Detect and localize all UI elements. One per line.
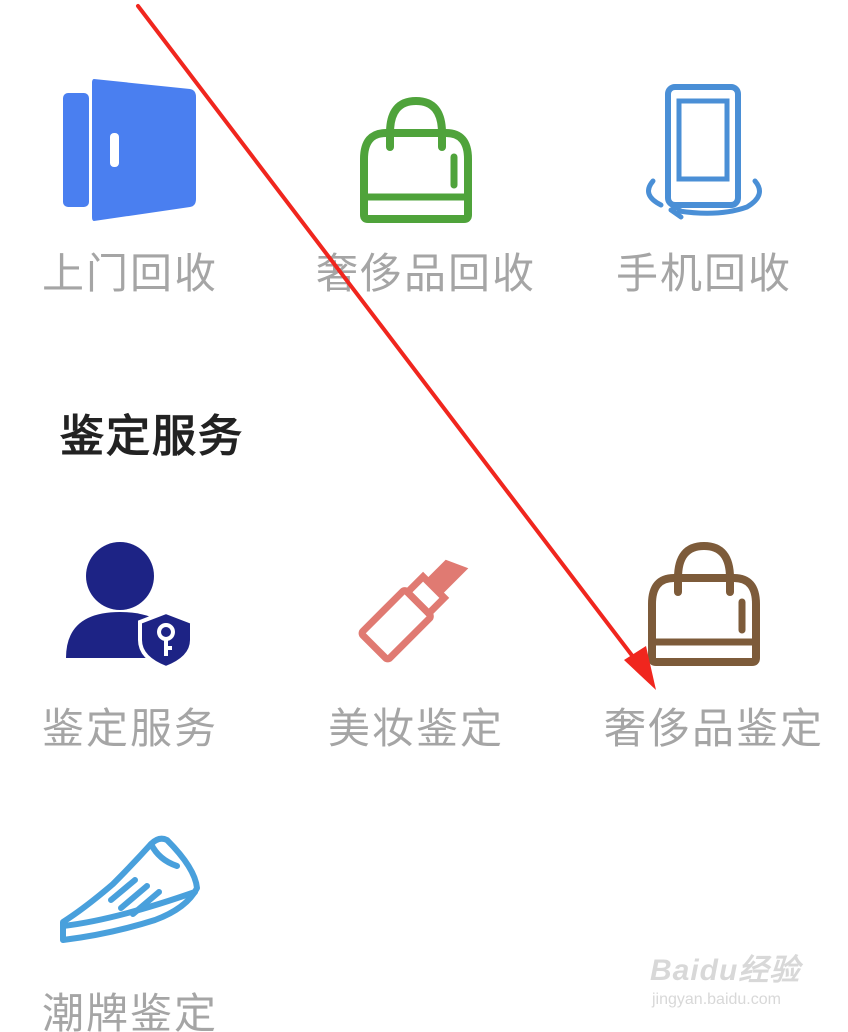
lipstick-icon bbox=[358, 559, 469, 663]
recycle-item-home[interactable]: 上门回收 bbox=[30, 75, 230, 298]
watermark-sub: jingyan.baidu.com bbox=[652, 991, 781, 1008]
sneaker-icon bbox=[60, 835, 200, 943]
appraisal-item-label: 奢侈品鉴定 bbox=[604, 704, 825, 753]
watermark: Baidu经验 jingyan.baidu.com bbox=[650, 945, 800, 1009]
appraisal-item-label: 鉴定服务 bbox=[41, 704, 218, 753]
phone-rotate-icon bbox=[646, 84, 762, 220]
recycle-item-label: 上门回收 bbox=[41, 249, 218, 298]
recycle-item-label: 手机回收 bbox=[615, 249, 792, 298]
door-icon bbox=[63, 79, 196, 221]
user-shield-key-icon bbox=[66, 542, 194, 670]
appraisal-item-service[interactable]: 鉴定服务 bbox=[30, 540, 230, 753]
section-title-appraisal: 鉴定服务 bbox=[60, 411, 244, 462]
recycle-item-label: 奢侈品回收 bbox=[316, 249, 537, 298]
handbag-icon bbox=[648, 541, 760, 666]
appraisal-item-streetwear[interactable]: 潮牌鉴定 bbox=[30, 830, 230, 1032]
recycle-item-phone[interactable]: 手机回收 bbox=[604, 75, 804, 298]
watermark-main: Baidu经验 bbox=[650, 954, 801, 987]
handbag-icon bbox=[360, 96, 472, 223]
appraisal-item-luxury[interactable]: 奢侈品鉴定 bbox=[604, 540, 822, 753]
recycle-item-luxury[interactable]: 奢侈品回收 bbox=[316, 75, 534, 298]
appraisal-item-label: 潮牌鉴定 bbox=[41, 989, 218, 1032]
appraisal-item-cosmetics[interactable]: 美妆鉴定 bbox=[316, 540, 516, 753]
appraisal-item-label: 美妆鉴定 bbox=[327, 704, 504, 753]
